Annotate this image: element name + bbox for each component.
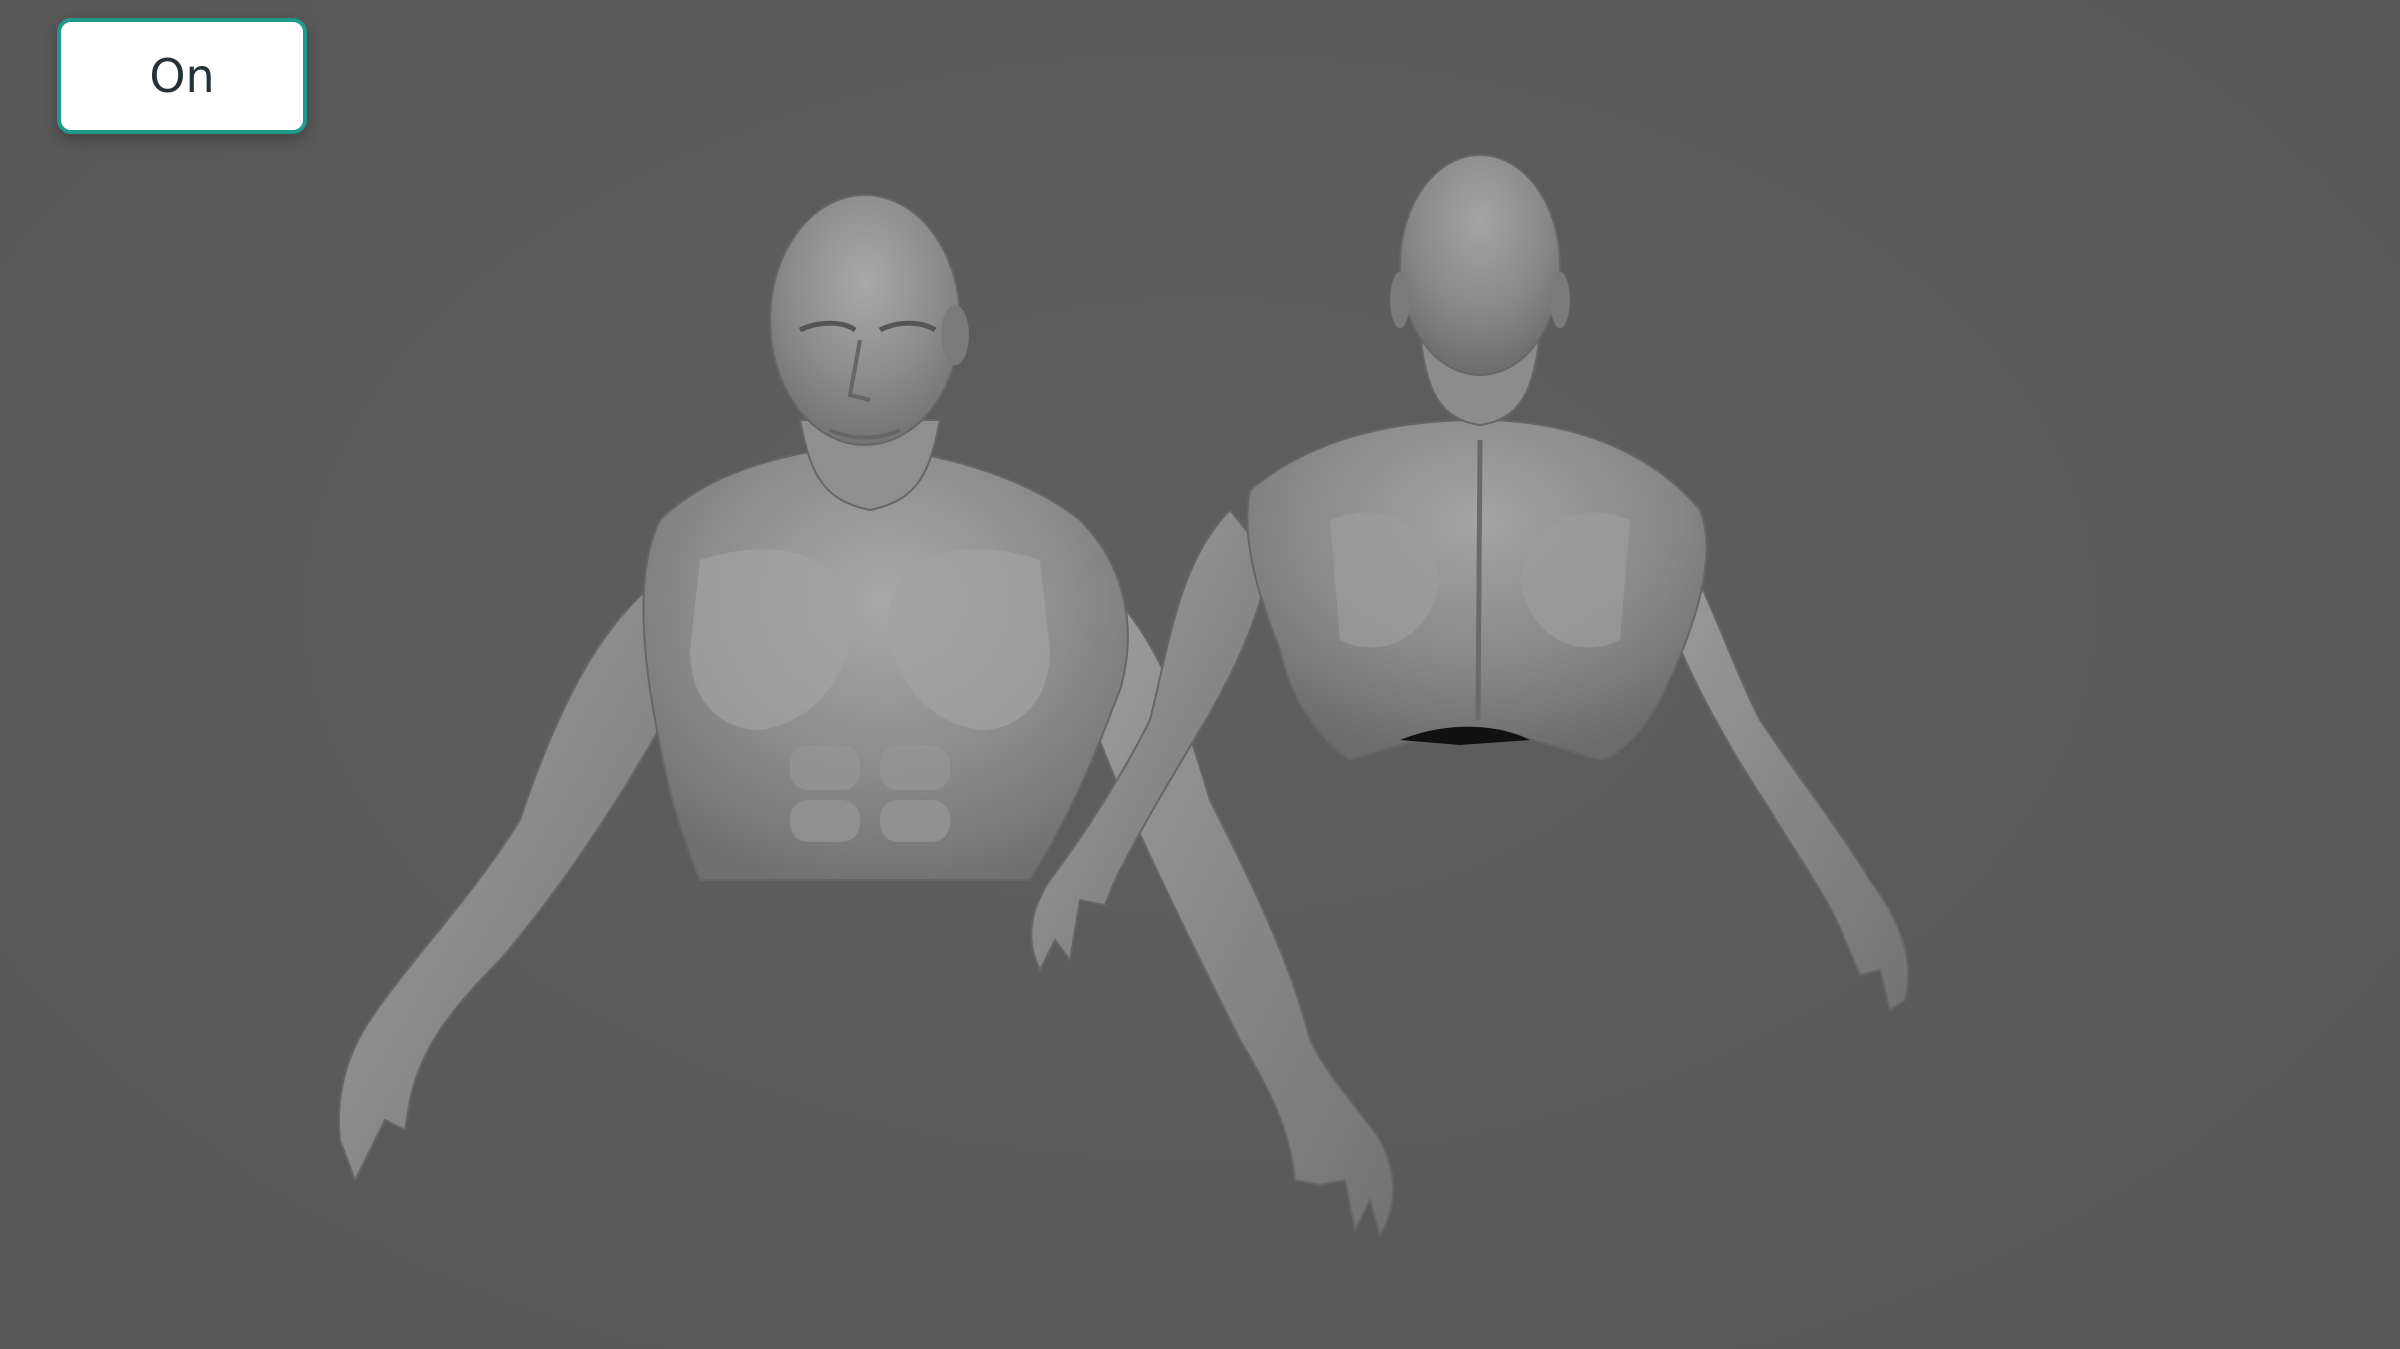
sculpt-models (338, 154, 1909, 1238)
torso-front-model-icon (338, 194, 1395, 1238)
3d-viewport[interactable]: On (0, 0, 2400, 1349)
